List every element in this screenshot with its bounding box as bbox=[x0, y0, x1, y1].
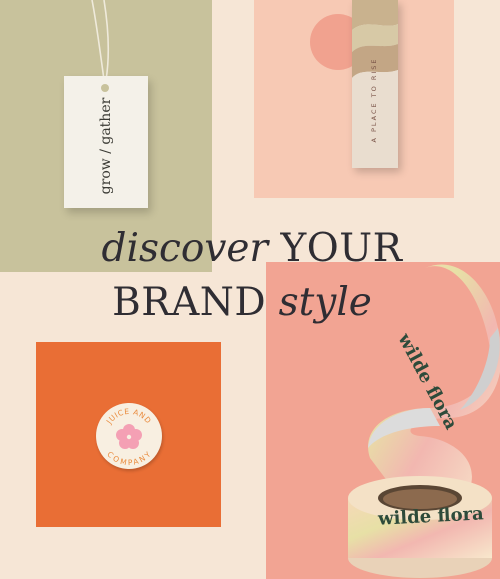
flower-icon bbox=[116, 424, 142, 449]
tape-roll-icon bbox=[348, 264, 500, 578]
box-text: A PLACE TO RISE bbox=[370, 57, 378, 143]
svg-text:JUICE AND: JUICE AND bbox=[104, 407, 153, 426]
svg-text:COMPANY: COMPANY bbox=[105, 450, 153, 467]
hang-tag: grow / gather bbox=[64, 76, 148, 208]
sticker-top-text: JUICE AND bbox=[104, 407, 153, 426]
tag-hole bbox=[101, 84, 109, 92]
headline-brand: BRAND bbox=[112, 280, 267, 325]
hang-tag-text: grow / gather bbox=[98, 97, 114, 195]
sticker-bottom-text: COMPANY bbox=[105, 450, 152, 467]
product-box: A PLACE TO RISE bbox=[352, 0, 398, 168]
juice-sticker: JUICE AND COMPANY bbox=[96, 403, 162, 469]
headline-discover: discover bbox=[101, 226, 269, 271]
sticker-artwork: JUICE AND COMPANY bbox=[104, 407, 153, 467]
